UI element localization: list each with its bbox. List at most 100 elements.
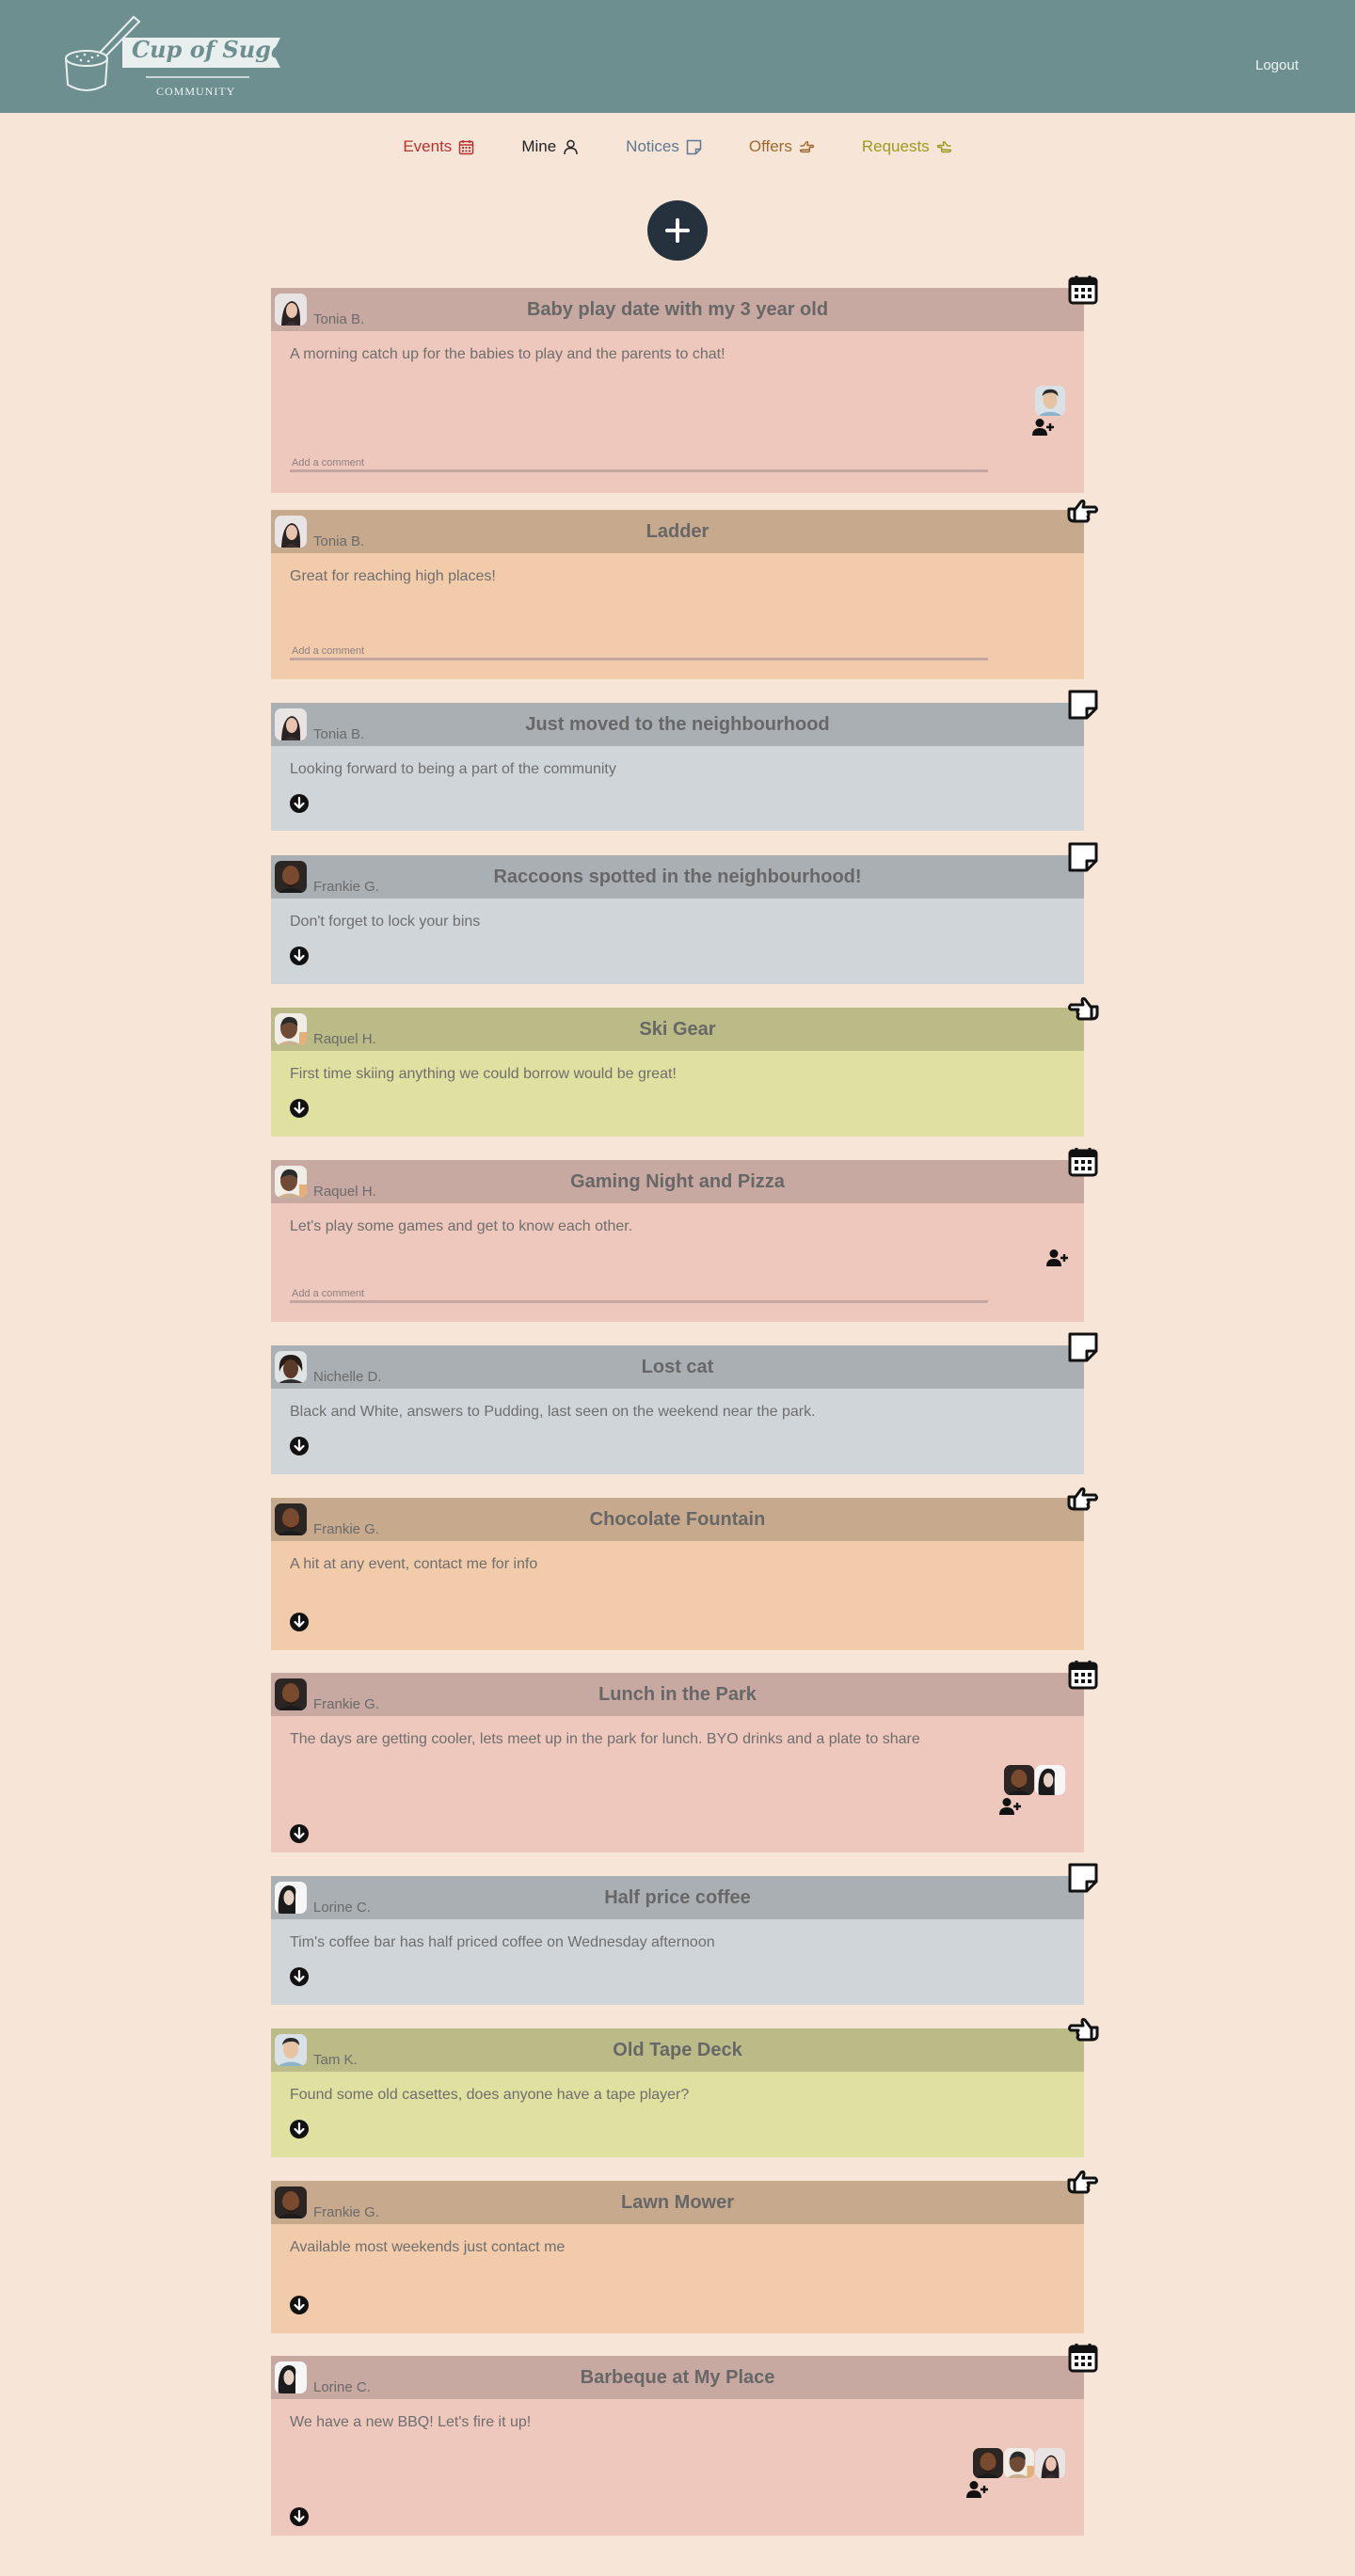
note-icon bbox=[1067, 1862, 1099, 1894]
author-name: Lorine C. bbox=[313, 2379, 371, 2395]
expand-arrow-icon[interactable] bbox=[289, 2506, 310, 2527]
note-icon bbox=[1067, 841, 1099, 873]
nav-requests[interactable]: Requests bbox=[862, 136, 952, 157]
author-name: Raquel H. bbox=[313, 1184, 376, 1200]
nav-mine-label: Mine bbox=[521, 137, 557, 155]
post-title: Lost cat bbox=[641, 1357, 714, 1377]
logo-subtitle: COMMUNITY bbox=[156, 85, 236, 98]
comment-input[interactable] bbox=[290, 469, 988, 472]
post-body: We have a new BBQ! Let's fire it up! bbox=[271, 2399, 1084, 2536]
author-avatar[interactable] bbox=[275, 294, 307, 326]
nav-offers-label: Offers bbox=[748, 137, 792, 155]
logo-title: Cup of Sugar bbox=[132, 36, 298, 63]
participant-list bbox=[1003, 1765, 1065, 1795]
hand-point-right-icon bbox=[1067, 1484, 1099, 1516]
note-icon bbox=[1067, 1331, 1099, 1363]
expand-arrow-icon[interactable] bbox=[289, 946, 310, 966]
post-header: Raquel H. Ski Gear bbox=[271, 1008, 1084, 1051]
author-avatar[interactable] bbox=[275, 1013, 307, 1045]
nav-mine[interactable]: Mine bbox=[521, 136, 579, 157]
post-title: Ski Gear bbox=[639, 1019, 716, 1040]
post-title: Old Tape Deck bbox=[613, 2040, 742, 2060]
participant-avatar[interactable] bbox=[1035, 386, 1065, 416]
author-avatar[interactable] bbox=[275, 1166, 307, 1198]
join-event-icon[interactable] bbox=[1031, 418, 1054, 437]
author-avatar[interactable] bbox=[275, 2034, 307, 2066]
post-description: A morning catch up for the babies to pla… bbox=[290, 346, 725, 362]
join-event-icon[interactable] bbox=[998, 1797, 1021, 1816]
post-description: We have a new BBQ! Let's fire it up! bbox=[290, 2414, 532, 2430]
participant-avatar[interactable] bbox=[1004, 1765, 1034, 1795]
post-card-event: Lorine C. Barbeque at My Place We have a… bbox=[271, 2356, 1084, 2536]
post-description: Available most weekends just contact me bbox=[290, 2239, 566, 2255]
post-body: Black and White, answers to Pudding, las… bbox=[271, 1389, 1084, 1474]
post-header: Frankie G. Lawn Mower bbox=[271, 2181, 1084, 2224]
nav-events[interactable]: Events bbox=[403, 136, 474, 157]
hand-point-right-icon bbox=[1067, 496, 1099, 528]
join-event-icon[interactable] bbox=[965, 2480, 988, 2499]
author-name: Tonia B. bbox=[313, 533, 365, 549]
post-card-event: Frankie G. Lunch in the Park The days ar… bbox=[271, 1673, 1084, 1852]
author-avatar[interactable] bbox=[275, 1882, 307, 1914]
author-avatar[interactable] bbox=[275, 708, 307, 740]
post-body: A hit at any event, contact me for info bbox=[271, 1541, 1084, 1650]
note-icon bbox=[1067, 689, 1099, 721]
author-avatar[interactable] bbox=[275, 1678, 307, 1710]
post-body: Don't forget to lock your bins bbox=[271, 898, 1084, 984]
expand-arrow-icon[interactable] bbox=[289, 1966, 310, 1987]
nav-notices-label: Notices bbox=[626, 137, 679, 155]
expand-arrow-icon[interactable] bbox=[289, 1436, 310, 1456]
expand-arrow-icon[interactable] bbox=[289, 2295, 310, 2315]
author-avatar[interactable] bbox=[275, 516, 307, 548]
calendar-icon bbox=[1067, 1659, 1099, 1691]
author-avatar[interactable] bbox=[275, 2186, 307, 2218]
calendar-icon bbox=[1067, 2342, 1099, 2374]
participant-avatar[interactable] bbox=[1035, 1765, 1065, 1795]
post-header: Frankie G. Raccoons spotted in the neigh… bbox=[271, 855, 1084, 898]
post-description: A hit at any event, contact me for info bbox=[290, 1556, 538, 1572]
post-card-notice: Tonia B. Just moved to the neighbourhood… bbox=[271, 703, 1084, 831]
nav-events-label: Events bbox=[403, 137, 453, 155]
author-avatar[interactable] bbox=[275, 2361, 307, 2393]
post-description: Don't forget to lock your bins bbox=[290, 914, 481, 930]
comment-input[interactable] bbox=[290, 658, 988, 660]
post-title: Baby play date with my 3 year old bbox=[526, 299, 829, 320]
comment-placeholder: Add a comment bbox=[292, 1288, 365, 1299]
comment-input[interactable] bbox=[290, 1300, 988, 1303]
author-avatar[interactable] bbox=[275, 1351, 307, 1383]
expand-arrow-icon[interactable] bbox=[289, 1823, 310, 1844]
author-name: Lorine C. bbox=[313, 1900, 371, 1916]
post-description: Let's play some games and get to know ea… bbox=[290, 1218, 633, 1234]
post-header: Frankie G. Chocolate Fountain bbox=[271, 1498, 1084, 1541]
add-post-button[interactable] bbox=[647, 200, 708, 261]
post-body: Available most weekends just contact me bbox=[271, 2224, 1084, 2333]
participant-avatar[interactable] bbox=[1035, 2448, 1065, 2478]
author-avatar[interactable] bbox=[275, 861, 307, 893]
post-card-offer: Frankie G. Lawn Mower Available most wee… bbox=[271, 2181, 1084, 2333]
post-header: Tam K. Old Tape Deck bbox=[271, 2028, 1084, 2072]
expand-arrow-icon[interactable] bbox=[289, 1612, 310, 1632]
post-title: Ladder bbox=[646, 521, 709, 542]
participant-avatar[interactable] bbox=[973, 2448, 1003, 2478]
nav-notices[interactable]: Notices bbox=[626, 136, 702, 157]
author-name: Frankie G. bbox=[313, 2204, 380, 2220]
logout-link[interactable]: Logout bbox=[1255, 57, 1299, 73]
expand-arrow-icon[interactable] bbox=[289, 793, 310, 814]
post-title: Just moved to the neighbourhood bbox=[525, 714, 830, 735]
post-card-notice: Frankie G. Raccoons spotted in the neigh… bbox=[271, 855, 1084, 984]
post-title: Chocolate Fountain bbox=[589, 1509, 766, 1530]
post-description: Found some old casettes, does anyone hav… bbox=[290, 2087, 690, 2103]
hand-point-right-icon bbox=[799, 140, 815, 152]
participant-avatar[interactable] bbox=[1004, 2448, 1034, 2478]
expand-arrow-icon[interactable] bbox=[289, 1098, 310, 1119]
expand-arrow-icon[interactable] bbox=[289, 2119, 310, 2139]
join-event-icon[interactable] bbox=[1045, 1248, 1068, 1267]
post-description: Great for reaching high places! bbox=[290, 568, 496, 584]
post-body: First time skiing anything we could borr… bbox=[271, 1051, 1084, 1137]
participant-list bbox=[972, 2448, 1065, 2478]
post-body: Let's play some games and get to know ea… bbox=[271, 1203, 1084, 1322]
calendar-icon bbox=[1067, 274, 1099, 306]
nav-offers[interactable]: Offers bbox=[749, 136, 815, 157]
post-header: Lorine C. Half price coffee bbox=[271, 1876, 1084, 1919]
author-avatar[interactable] bbox=[275, 1503, 307, 1535]
